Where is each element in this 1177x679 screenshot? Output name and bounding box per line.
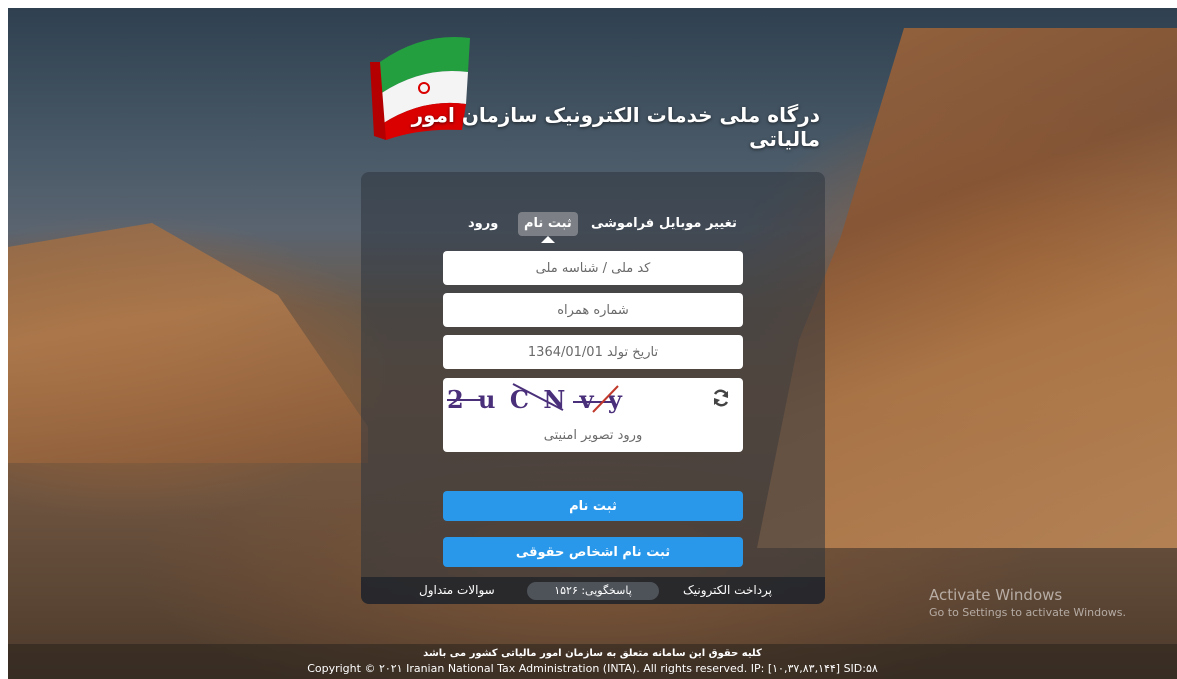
captcha-image: 2 u C N v y (447, 383, 622, 414)
login-panel: تغییر موبایل فراموشی ثبت نام ورود 2 u C … (361, 172, 825, 604)
refresh-captcha-icon[interactable] (711, 388, 731, 408)
support-phone-badge: پاسخگویی: ۱۵۲۶ (527, 582, 659, 600)
tab-login[interactable]: ورود (468, 212, 498, 236)
copyright-english: Copyright © ۲۰۲۱ Iranian National Tax Ad… (307, 662, 878, 675)
register-button[interactable]: ثبت نام (443, 491, 743, 521)
faq-link[interactable]: سوالات متداول (419, 577, 495, 604)
tab-bar: تغییر موبایل فراموشی ثبت نام ورود (361, 212, 825, 243)
national-id-input[interactable] (443, 251, 743, 285)
legal-entity-register-button[interactable]: ثبت نام اشخاص حقوقی (443, 537, 743, 567)
mobile-number-input[interactable] (443, 293, 743, 327)
tab-register[interactable]: ثبت نام (518, 212, 578, 243)
captcha-container: 2 u C N v y (443, 378, 743, 419)
tab-change-mobile[interactable]: تغییر موبایل (659, 212, 737, 236)
birthdate-input[interactable] (443, 335, 743, 369)
activate-windows-hint: Go to Settings to activate Windows. (929, 606, 1127, 619)
tab-forgot[interactable]: فراموشی (591, 212, 654, 236)
background-cliff-left (8, 223, 368, 463)
copyright-persian: کلیه حقوق این سامانه متعلق به سازمان امو… (423, 648, 762, 659)
copyright-bar: کلیه حقوق این سامانه متعلق به سازمان امو… (8, 644, 1177, 679)
activate-windows-watermark: Activate Windows Go to Settings to activ… (929, 586, 1126, 619)
captcha-input[interactable] (443, 418, 743, 452)
activate-windows-title: Activate Windows (929, 586, 1063, 604)
panel-footer: پرداخت الکترونیک پاسخگویی: ۱۵۲۶ سوالات م… (361, 577, 825, 604)
electronic-payment-link[interactable]: پرداخت الکترونیک (683, 577, 772, 604)
portal-title: درگاه ملی خدمات الکترونیک سازمان امور ما… (411, 103, 820, 151)
